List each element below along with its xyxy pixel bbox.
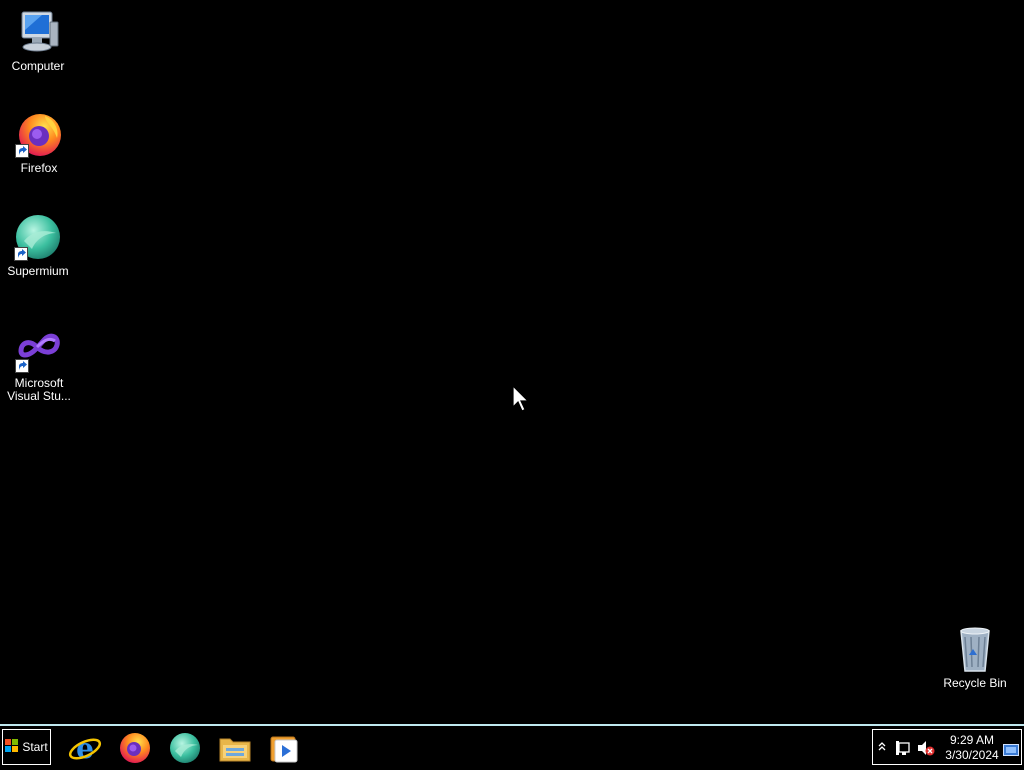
media-player-icon xyxy=(270,736,298,763)
supermium-icon xyxy=(14,213,62,261)
clock[interactable]: 9:29 AM 3/30/2024 xyxy=(939,733,1005,763)
desktop-icon-label: Recycle Bin xyxy=(943,676,1007,690)
desktop-icon-label: Firefox xyxy=(20,161,58,175)
start-label: Start xyxy=(22,740,48,754)
volume-muted-icon[interactable] xyxy=(917,740,935,761)
taskbar-pin-file-explorer[interactable] xyxy=(218,731,252,765)
desktop[interactable]: Computer Firefox Supermium Microsoft Vis… xyxy=(0,0,1024,724)
shortcut-arrow-icon xyxy=(15,359,29,373)
chevron-up-icon[interactable] xyxy=(877,740,887,759)
desktop-icon-recycle-bin[interactable]: Recycle Bin xyxy=(937,625,1013,690)
firefox-icon xyxy=(15,110,63,158)
folder-icon xyxy=(219,738,251,762)
recycle-bin-icon xyxy=(951,625,999,673)
taskbar-pin-firefox[interactable] xyxy=(118,731,152,765)
system-tray: 9:29 AM 3/30/2024 xyxy=(872,729,1022,765)
show-desktop-icon[interactable] xyxy=(1003,743,1019,756)
shortcut-arrow-icon xyxy=(14,247,28,261)
desktop-icon-supermium[interactable]: Supermium xyxy=(0,213,76,278)
visual-studio-icon xyxy=(15,325,63,373)
desktop-icon-label: Supermium xyxy=(7,264,69,278)
taskbar-pin-media-player[interactable] xyxy=(267,731,301,765)
start-button[interactable]: Start xyxy=(2,729,51,765)
desktop-icon-visual-studio[interactable]: Microsoft Visual Stu... xyxy=(1,325,77,403)
computer-icon xyxy=(14,8,62,56)
internet-explorer-icon: e xyxy=(68,732,102,765)
windows-logo-icon xyxy=(5,738,19,756)
clock-time: 9:29 AM xyxy=(949,733,995,747)
supermium-icon xyxy=(170,733,200,763)
shortcut-arrow-icon xyxy=(15,144,29,158)
firefox-icon xyxy=(120,733,150,763)
desktop-icon-label: Microsoft Visual Stu... xyxy=(7,376,71,403)
desktop-icon-computer[interactable]: Computer xyxy=(0,8,76,73)
taskbar: Start e 9:29 AM 3/30/2024 xyxy=(0,724,1024,768)
taskbar-pin-internet-explorer[interactable]: e xyxy=(68,731,102,765)
desktop-icon-label: Computer xyxy=(11,59,65,73)
taskbar-pin-supermium[interactable] xyxy=(168,731,202,765)
clock-date: 3/30/2024 xyxy=(945,748,999,762)
network-icon[interactable] xyxy=(895,740,911,761)
mouse-cursor-icon xyxy=(512,384,530,413)
desktop-icon-firefox[interactable]: Firefox xyxy=(1,110,77,175)
svg-text:e: e xyxy=(76,732,94,765)
